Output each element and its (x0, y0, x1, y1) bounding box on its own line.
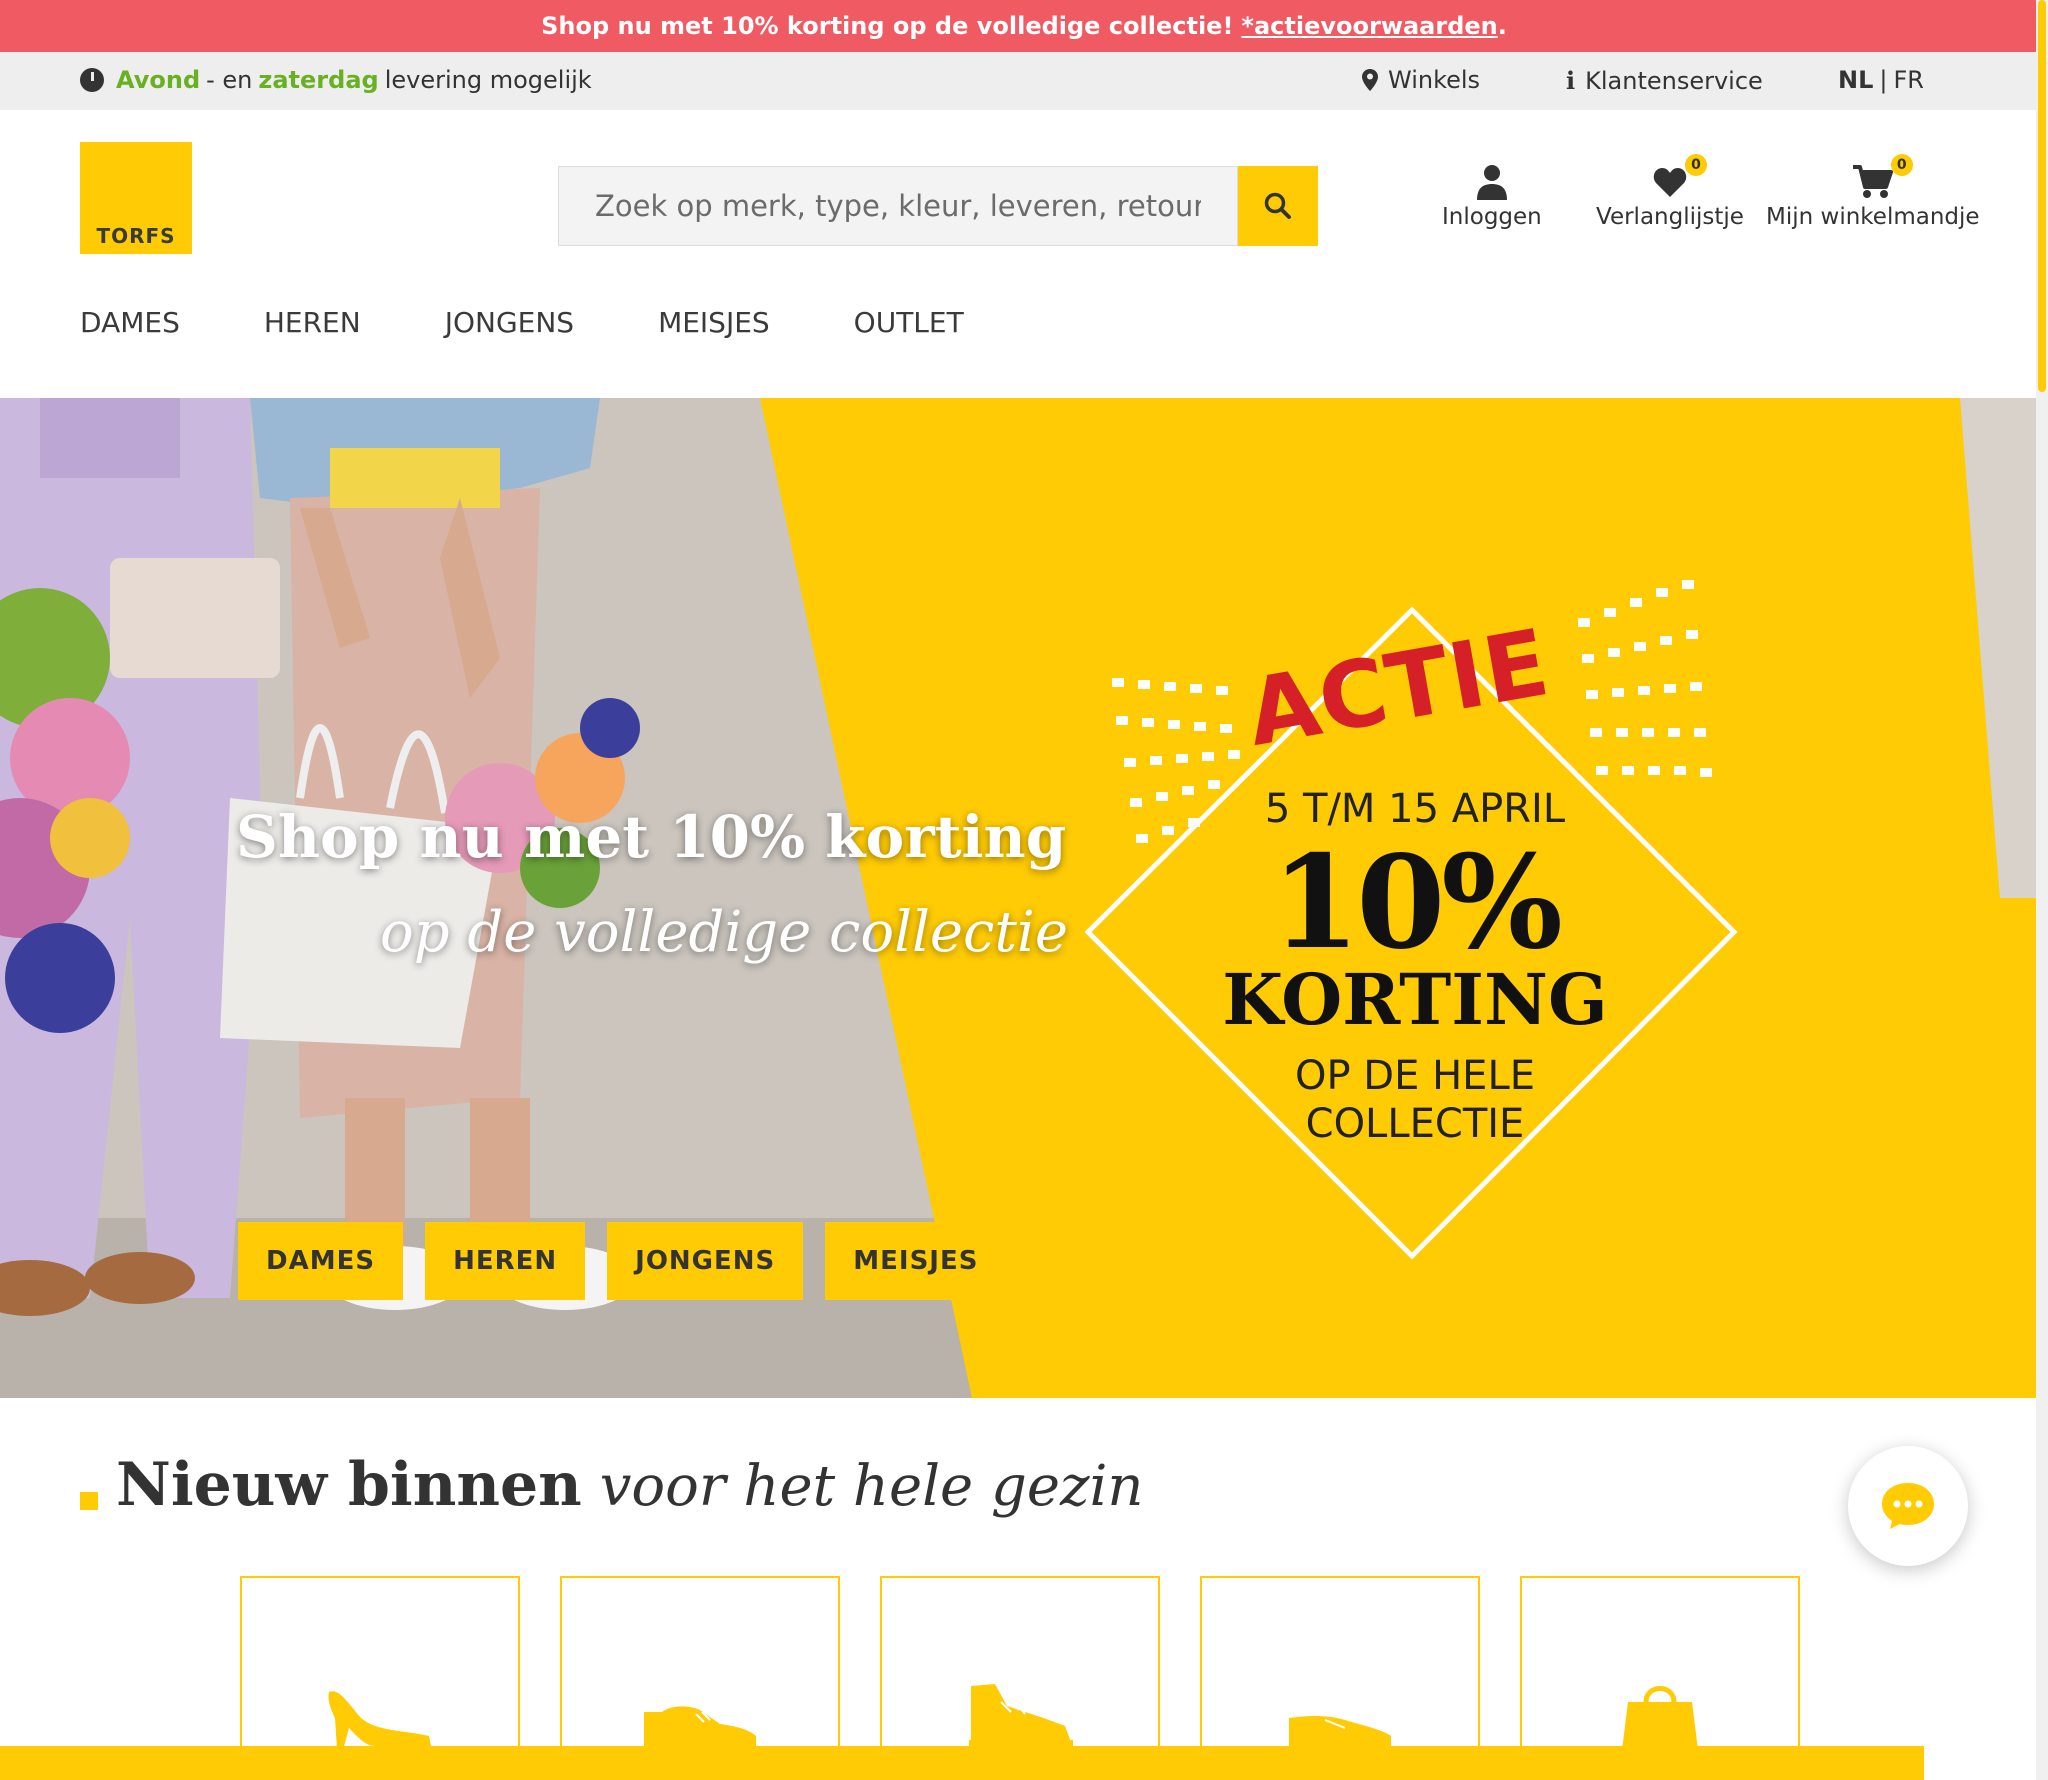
hero-banner[interactable]: Shop nu met 10% korting op de volledige … (0, 398, 2036, 1398)
lang-separator: | (1879, 66, 1888, 94)
promo-collection-text: OP DE HELE COLLECTIE (1230, 1052, 1600, 1148)
logo-text: TORFS (96, 224, 176, 248)
customer-service-link[interactable]: i Klantenservice (1566, 66, 1763, 95)
language-switch: NL | FR (1838, 66, 1924, 94)
search-bar (558, 166, 1318, 246)
hero-button-heren[interactable]: HEREN (425, 1222, 586, 1300)
hero-button-meisjes[interactable]: MEISJES (825, 1222, 1007, 1300)
new-in-subtitle: voor het hele gezin (599, 1454, 1144, 1519)
location-pin-icon (1362, 69, 1378, 91)
info-icon: i (1566, 66, 1576, 95)
new-in-title: Nieuw binnen (116, 1450, 582, 1520)
derby-shoe-icon (644, 1706, 756, 1750)
bottom-yellow-bar (0, 1746, 1924, 1780)
hero-button-jongens[interactable]: JONGENS (607, 1222, 804, 1300)
hero-button-dames[interactable]: DAMES (238, 1222, 404, 1300)
delivery-info: Avond - en zaterdag levering mogelijk (80, 66, 592, 94)
chat-button[interactable] (1848, 1446, 1968, 1566)
scrollbar-thumb[interactable] (2038, 0, 2046, 392)
loafer-icon (1289, 1716, 1391, 1750)
delivery-rest: levering mogelijk (384, 66, 592, 94)
delivery-avond: Avond (116, 66, 201, 94)
bag-icon (1622, 1686, 1698, 1750)
wishlist-count-badge: 0 (1684, 154, 1707, 176)
login-button[interactable]: Inloggen (1442, 160, 1542, 230)
lang-fr[interactable]: FR (1893, 66, 1923, 94)
heading-square-marker (80, 1492, 98, 1510)
search-icon (1264, 192, 1291, 219)
lang-nl[interactable]: NL (1838, 66, 1873, 94)
cart-icon (1852, 165, 1893, 198)
utility-bar: Avond - en zaterdag levering mogelijk Wi… (0, 52, 2048, 110)
nav-item-outlet[interactable]: OUTLET (854, 306, 964, 339)
hero-subtitle: op de volledige collectie (380, 900, 1068, 965)
clock-icon (80, 68, 104, 92)
delivery-zaterdag: zaterdag (258, 66, 379, 94)
torfs-logo[interactable]: TORFS (80, 142, 192, 254)
customer-service-label: Klantenservice (1585, 66, 1763, 95)
promo-dates: 5 T/M 15 APRIL (1264, 786, 1566, 832)
wishlist-button[interactable]: 0 Verlanglijstje (1596, 154, 1744, 230)
delivery-mid: - en (206, 66, 253, 94)
hero-category-buttons: DAMES HEREN JONGENS MEISJES (238, 1222, 1007, 1300)
stores-label: Winkels (1388, 66, 1481, 94)
cart-button[interactable]: 0 Mijn winkelmandje (1766, 154, 1980, 230)
new-in-heading: Nieuw binnen voor het hele gezin (80, 1450, 1143, 1520)
wishlist-label: Verlanglijstje (1596, 204, 1744, 230)
page-scrollbar[interactable] (2036, 0, 2048, 1780)
main-nav: DAMES HEREN JONGENS MEISJES OUTLET (80, 306, 964, 339)
user-icon (1476, 165, 1507, 200)
promo-collection-line-2: COLLECTIE (1305, 1101, 1525, 1147)
heart-icon (1653, 168, 1687, 197)
promo-text: Shop nu met 10% korting op de volledige … (541, 12, 1234, 40)
promo-korting: KORTING (1222, 958, 1608, 1041)
promo-percent: 10% (1271, 828, 1563, 978)
cart-count-badge: 0 (1890, 154, 1913, 176)
nav-item-meisjes[interactable]: MEISJES (658, 306, 770, 339)
login-label: Inloggen (1442, 204, 1542, 230)
cart-label: Mijn winkelmandje (1766, 204, 1980, 230)
hero-title: Shop nu met 10% korting (236, 803, 1067, 871)
sneaker-icon (969, 1684, 1073, 1748)
nav-item-jongens[interactable]: JONGENS (445, 306, 574, 339)
nav-item-heren[interactable]: HEREN (264, 306, 361, 339)
search-button[interactable] (1238, 166, 1318, 246)
nav-item-dames[interactable]: DAMES (80, 306, 180, 339)
pump-icon (328, 1691, 431, 1750)
stores-link[interactable]: Winkels (1362, 66, 1480, 94)
promo-suffix: . (1497, 12, 1507, 40)
promo-collection-line-1: OP DE HELE (1294, 1053, 1536, 1099)
promo-conditions-link[interactable]: *actievoorwaarden (1241, 12, 1497, 40)
promo-bar: Shop nu met 10% korting op de volledige … (0, 0, 2048, 52)
search-input[interactable] (558, 166, 1238, 246)
chat-bubble-icon (1882, 1483, 1934, 1529)
